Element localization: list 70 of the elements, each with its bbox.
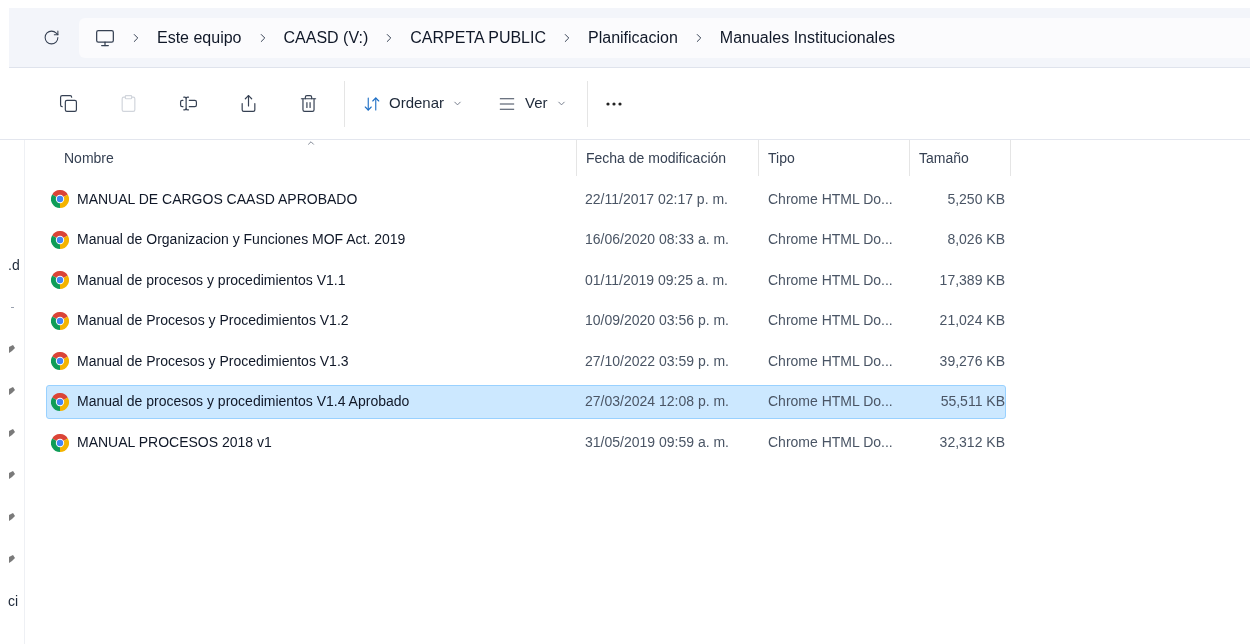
column-header[interactable]: Tipo: [758, 140, 909, 176]
file-type: Chrome HTML Do...: [767, 311, 894, 331]
file-name: Manual de Procesos y Procedimientos V1.3: [77, 351, 349, 371]
modified-date: 10/09/2020 03:56 p. m.: [584, 311, 730, 331]
pin-icon[interactable]: [8, 386, 16, 396]
breadcrumb-item[interactable]: CARPETA PUBLIC: [410, 25, 546, 50]
file-size: 55,511 KB: [939, 392, 1005, 412]
chrome-icon: [51, 352, 69, 371]
pin-icon[interactable]: [8, 554, 16, 564]
modified-date: 27/10/2022 03:59 p. m.: [584, 351, 730, 371]
file-name: Manual de procesos y procedimientos V1.1: [77, 270, 346, 290]
file-name: MANUAL DE CARGOS CAASD APROBADO: [77, 189, 358, 209]
chrome-icon: [51, 230, 69, 249]
chrome-icon: [51, 190, 69, 208]
view-button[interactable]: Ver: [483, 92, 581, 115]
pin-icon[interactable]: [8, 512, 16, 522]
file-type: Chrome HTML Do...: [767, 230, 894, 250]
sidebar-label[interactable]: ci: [8, 594, 19, 608]
file-row[interactable]: MANUAL DE CARGOS CAASD APROBADO 22/11/2017 02:17 p. m. Chrome HTML Do... 5,250 KB: [46, 182, 1006, 216]
file-size: 17,389 KB: [938, 270, 1005, 290]
modified-date: 31/05/2019 09:59 a. m.: [584, 433, 730, 453]
file-name: Manual de Organizacion y Funciones MOF Act. 2019: [77, 230, 406, 250]
file-row[interactable]: Manual de Organizacion y Funciones MOF Act. 2019 16/06/2020 08:33 a. m. Chrome HTML Do... 8,026 KB: [46, 222, 1006, 257]
more-icon: [605, 101, 622, 106]
file-row[interactable]: Manual de procesos y procedimientos V1.4 Aprobado 27/03/2024 12:08 p. m. Chrome HTML Do... 55,511 KB: [46, 384, 1006, 419]
column-header[interactable]: Fecha de modificación: [576, 140, 758, 176]
sidebar-label[interactable]: .d: [8, 258, 20, 272]
file-size: 21,024 KB: [938, 311, 1005, 331]
file-name: MANUAL PROCESOS 2018 v1: [77, 433, 272, 453]
file-row[interactable]: Manual de Procesos y Procedimientos V1.3 27/10/2022 03:59 p. m. Chrome HTML Do... 39,276 KB: [46, 344, 1006, 379]
chrome-icon: [51, 311, 69, 330]
file-type: Chrome HTML Do...: [767, 270, 894, 290]
sort-button[interactable]: Ordenar: [351, 92, 476, 115]
breadcrumb-item[interactable]: Planificacion: [588, 25, 678, 50]
modified-date: 16/06/2020 08:33 a. m.: [584, 230, 730, 250]
file-size: 5,250 KB: [946, 189, 1005, 209]
chrome-icon: [51, 392, 69, 411]
modified-date: 27/03/2024 12:08 p. m.: [584, 392, 730, 412]
file-type: Chrome HTML Do...: [767, 189, 894, 209]
file-row[interactable]: Manual de Procesos y Procedimientos V1.2 10/09/2020 03:56 p. m. Chrome HTML Do... 21,024 KB: [46, 303, 1006, 338]
file-size: 39,276 KB: [938, 351, 1005, 371]
breadcrumb-bar[interactable]: Este equipo CAASD (V:) CARPETA PUBLIC Planificacion Manuales Institucionales: [79, 17, 1250, 58]
rename-icon: [178, 94, 198, 113]
sort-icon: [363, 94, 381, 113]
copy-icon: [58, 94, 78, 113]
file-type: Chrome HTML Do...: [767, 433, 894, 453]
modified-date: 01/11/2019 09:25 a. m.: [584, 270, 729, 290]
trash-icon: [298, 94, 318, 113]
file-name: Manual de procesos y procedimientos V1.4 Aprobado: [77, 392, 410, 412]
modified-date: 22/11/2017 02:17 p. m.: [584, 189, 729, 209]
pin-icon[interactable]: [8, 428, 16, 438]
file-name: Manual de Procesos y Procedimientos V1.2: [77, 311, 349, 331]
chrome-icon: [51, 433, 69, 452]
file-size: 32,312 KB: [938, 433, 1005, 453]
dash-icon: [11, 306, 14, 308]
computer-icon: [95, 27, 115, 48]
pin-icon[interactable]: [8, 344, 16, 354]
chrome-icon: [51, 271, 69, 290]
breadcrumb-item[interactable]: Este equipo: [157, 25, 242, 50]
refresh-icon: [42, 29, 60, 46]
column-header[interactable]: Tamaño: [909, 140, 1011, 176]
file-type: Chrome HTML Do...: [767, 351, 894, 371]
breadcrumb-item[interactable]: Manuales Institucionales: [719, 25, 896, 50]
file-type: Chrome HTML Do...: [767, 392, 894, 412]
file-row[interactable]: MANUAL PROCESOS 2018 v1 31/05/2019 09:59 a. m. Chrome HTML Do... 32,312 KB: [46, 425, 1006, 460]
breadcrumb-item[interactable]: CAASD (V:): [283, 25, 369, 50]
column-header[interactable]: Nombre: [46, 140, 576, 176]
pin-icon[interactable]: [8, 470, 16, 480]
file-row[interactable]: Manual de procesos y procedimientos V1.1 01/11/2019 09:25 a. m. Chrome HTML Do... 17,389 KB: [46, 263, 1006, 298]
file-size: 8,026 KB: [946, 230, 1005, 250]
